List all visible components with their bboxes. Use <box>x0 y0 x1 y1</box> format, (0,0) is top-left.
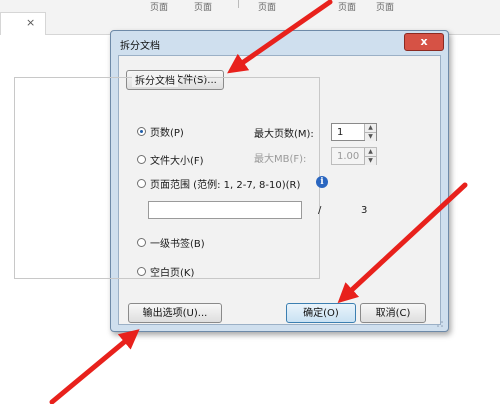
radio-row-bookmark[interactable]: 一级书签(B) <box>137 235 205 250</box>
close-icon[interactable]: x <box>404 33 444 51</box>
background-menu-item[interactable]: 页面 <box>258 0 276 13</box>
max-pages-stepper-arrows: ▲ ▼ <box>364 124 376 141</box>
dialog-title: 拆分文档 <box>120 41 160 52</box>
split-options-group-title: 拆分文档 <box>132 72 178 87</box>
radio-pages[interactable] <box>137 127 146 136</box>
spin-down-icon[interactable]: ▼ <box>365 156 376 165</box>
max-mb-value[interactable]: 1.00 <box>337 151 359 162</box>
radio-blank-page-label: 空白页(K) <box>150 268 195 279</box>
spin-up-icon[interactable]: ▲ <box>365 124 376 132</box>
page-range-input[interactable] <box>148 201 302 219</box>
spin-up-icon[interactable]: ▲ <box>365 148 376 156</box>
info-icon[interactable]: i <box>316 176 328 188</box>
total-pages-count: 3 <box>361 205 368 216</box>
max-pages-value[interactable]: 1 <box>337 127 343 138</box>
ok-button[interactable]: 确定(O) <box>286 303 356 323</box>
background-menu-item[interactable]: 页面 <box>150 0 168 13</box>
radio-pages-label: 页数(P) <box>150 128 184 139</box>
max-pages-stepper[interactable]: 1 ▲ ▼ <box>331 123 377 141</box>
radio-row-blank-page[interactable]: 空白页(K) <box>137 264 194 279</box>
resize-grip-icon[interactable] <box>436 320 444 328</box>
tab-close-icon[interactable]: × <box>26 16 35 29</box>
background-menu-item[interactable]: 页面 <box>194 0 212 13</box>
max-mb-label: 最大MB(F): <box>254 154 307 165</box>
max-mb-stepper-arrows: ▲ ▼ <box>364 148 376 165</box>
background-menu-separator <box>238 0 239 8</box>
arrow-to-output-options <box>49 329 140 404</box>
background-document-tab[interactable] <box>0 12 46 35</box>
radio-file-size[interactable] <box>137 155 146 164</box>
radio-row-pages[interactable]: 页数(P) <box>137 124 184 139</box>
background-menu-item[interactable]: 页面 <box>376 0 394 13</box>
radio-page-range-label: 页面范围 (范例: 1, 2-7, 8-10)(R) <box>150 180 301 191</box>
radio-row-file-size[interactable]: 文件大小(F) <box>137 152 204 167</box>
background-menu-item[interactable]: 页面 <box>338 0 356 13</box>
radio-blank-page[interactable] <box>137 267 146 276</box>
output-options-button[interactable]: 输出选项(U)... <box>128 303 222 323</box>
radio-bookmark-label: 一级书签(B) <box>150 239 205 250</box>
radio-row-page-range[interactable]: 页面范围 (范例: 1, 2-7, 8-10)(R) <box>137 176 300 191</box>
radio-file-size-label: 文件大小(F) <box>150 156 204 167</box>
max-pages-label: 最大页数(M): <box>254 129 314 140</box>
cancel-button[interactable]: 取消(C) <box>360 303 426 323</box>
radio-page-range[interactable] <box>137 179 146 188</box>
dialog-title-bar[interactable]: 拆分文档 x <box>111 31 448 53</box>
spin-down-icon[interactable]: ▼ <box>365 132 376 141</box>
radio-bookmark[interactable] <box>137 238 146 247</box>
page-range-separator: / <box>318 205 322 216</box>
max-mb-stepper[interactable]: 1.00 ▲ ▼ <box>331 147 377 165</box>
